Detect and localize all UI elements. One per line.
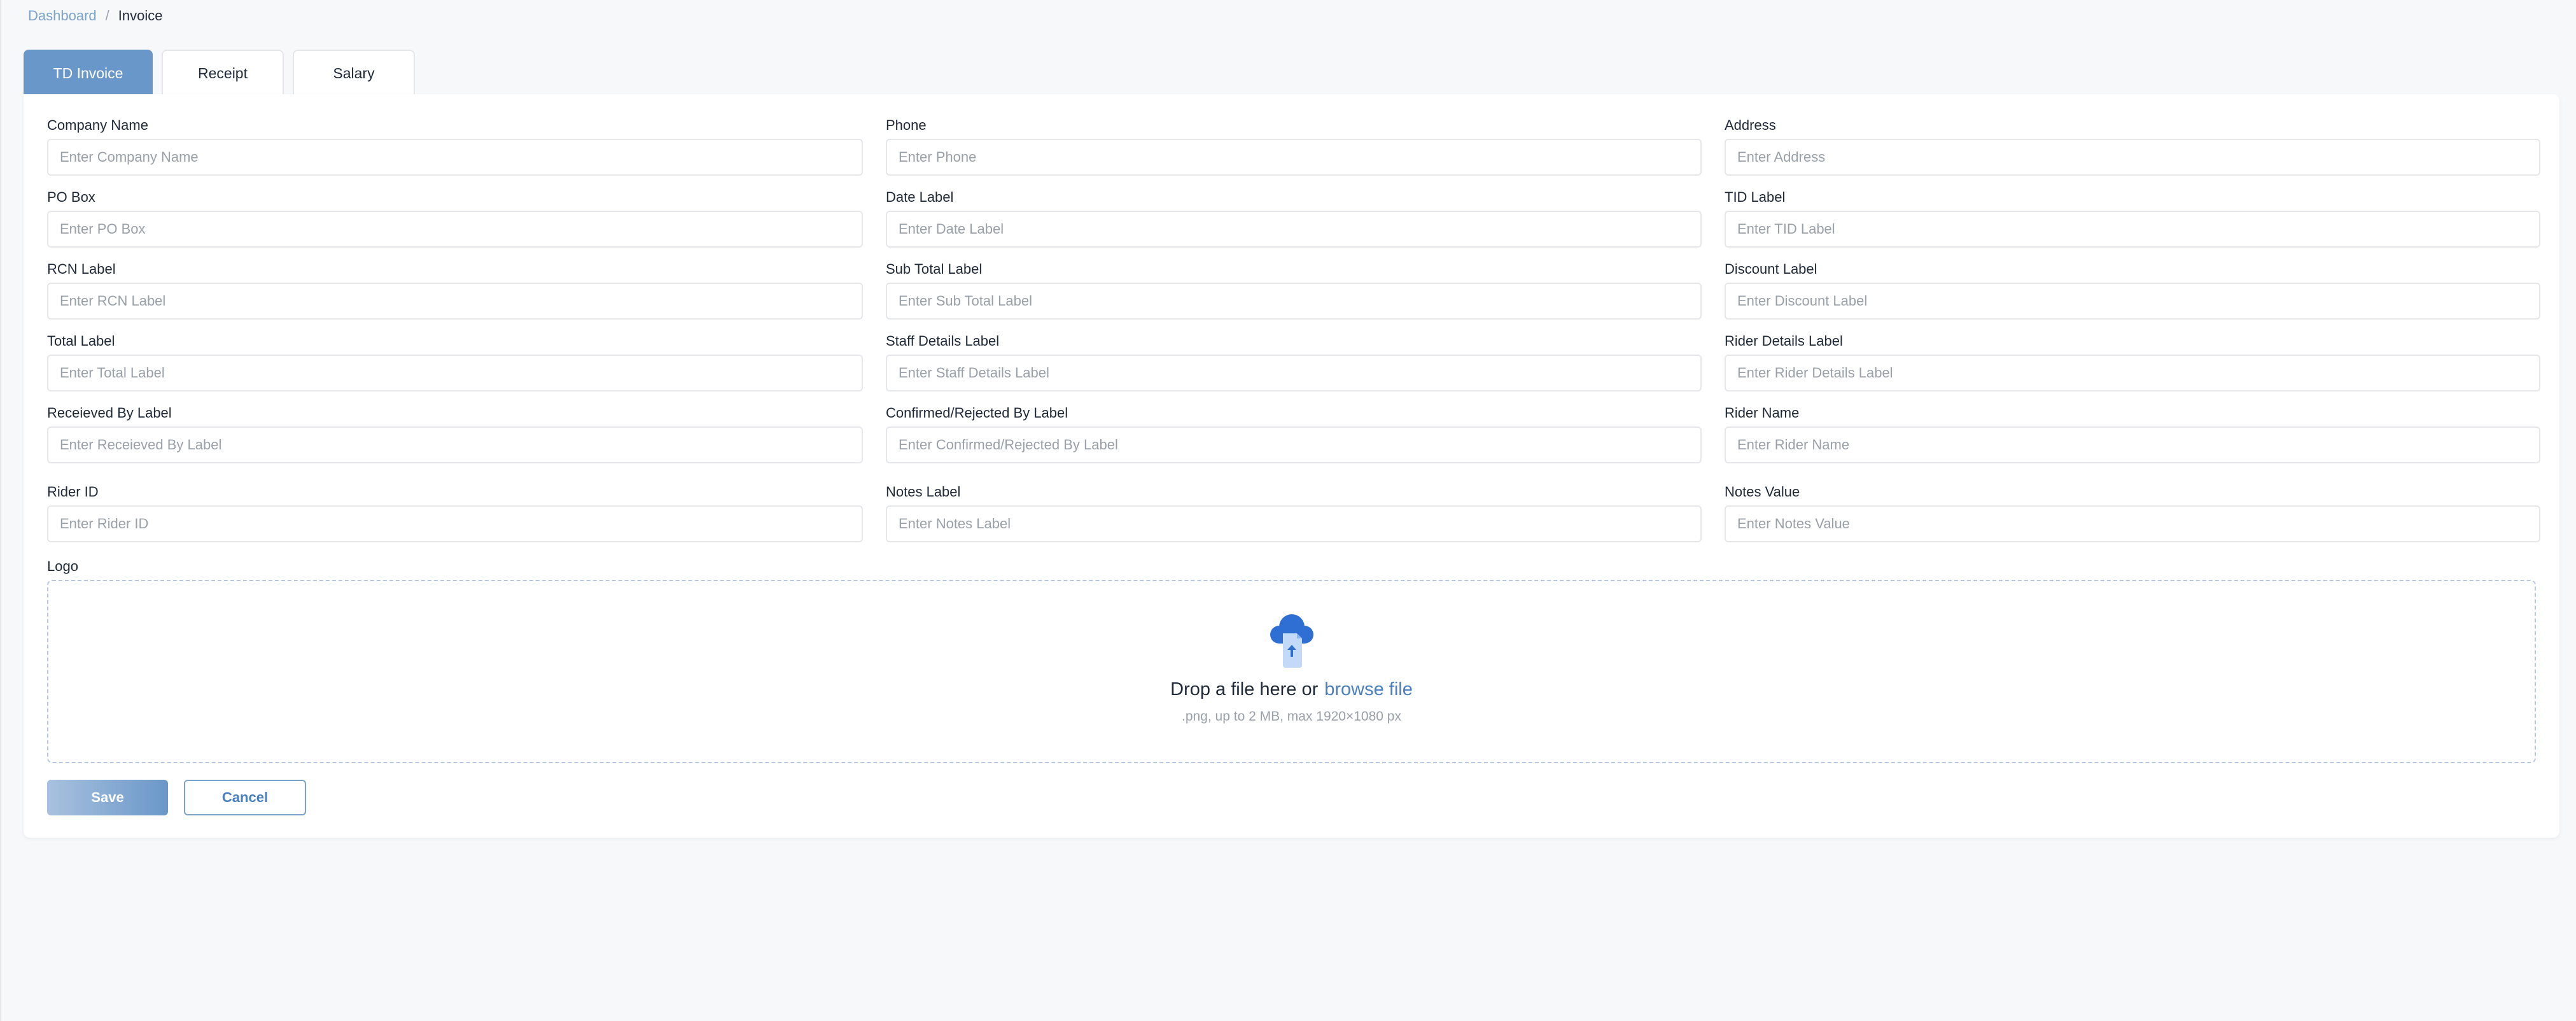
form-actions: Save Cancel (47, 780, 306, 815)
field-notes-label: Notes Label (886, 484, 1702, 556)
browse-file-link[interactable]: browse file (1324, 679, 1413, 700)
cloud-upload-icon (1270, 614, 1313, 668)
notes-label-input[interactable] (886, 505, 1702, 542)
left-rule (0, 0, 1, 1021)
breadcrumb-current: Invoice (118, 8, 163, 24)
field-label: Rider Name (1725, 405, 1800, 421)
field-confirmed-rejected-by-label: Confirmed/Rejected By Label (886, 405, 1702, 484)
field-rider-name: Rider Name (1725, 405, 2540, 484)
field-company-name: Company Name (47, 117, 863, 189)
discount-label-input[interactable] (1725, 283, 2540, 320)
field-rider-id: Rider ID (47, 484, 863, 556)
rider-id-input[interactable] (47, 505, 863, 542)
drop-prompt: Drop a file here or (1170, 679, 1319, 700)
field-label: Total Label (47, 333, 115, 349)
rcn-label-input[interactable] (47, 283, 863, 320)
invoice-form-card: Company Name Phone Address PO Box Date L… (24, 94, 2559, 838)
field-label: Notes Value (1725, 484, 1800, 500)
dropzone-text: Drop a file here or browse file (1170, 679, 1413, 700)
dropzone-hint: .png, up to 2 MB, max 1920×1080 px (1182, 709, 1401, 724)
form-grid: Company Name Phone Address PO Box Date L… (47, 117, 2540, 556)
field-label: Phone (886, 117, 927, 133)
rider-name-input[interactable] (1725, 426, 2540, 463)
field-label: Sub Total Label (886, 261, 983, 277)
field-label: Date Label (886, 189, 954, 205)
field-rider-details-label: Rider Details Label (1725, 333, 2540, 405)
field-label: Staff Details Label (886, 333, 1000, 349)
tab-td-invoice[interactable]: TD Invoice (24, 50, 153, 95)
breadcrumb-dashboard-link[interactable]: Dashboard (28, 8, 97, 24)
tab-salary[interactable]: Salary (293, 50, 415, 95)
breadcrumb-separator: / (105, 8, 109, 24)
field-address: Address (1725, 117, 2540, 189)
field-label: TID Label (1725, 189, 1786, 205)
field-tid-label: TID Label (1725, 189, 2540, 261)
confirmed-rejected-by-label-input[interactable] (886, 426, 1702, 463)
phone-input[interactable] (886, 139, 1702, 176)
field-label: Rider ID (47, 484, 99, 500)
tab-receipt[interactable]: Receipt (162, 50, 284, 95)
breadcrumb: Dashboard / Invoice (28, 6, 162, 25)
field-notes-value: Notes Value (1725, 484, 2540, 556)
total-label-input[interactable] (47, 355, 863, 391)
field-label: Notes Label (886, 484, 961, 500)
rider-details-label-input[interactable] (1725, 355, 2540, 391)
field-label: Address (1725, 117, 1776, 133)
field-label: Discount Label (1725, 261, 1817, 277)
field-label: Rider Details Label (1725, 333, 1843, 349)
staff-details-label-input[interactable] (886, 355, 1702, 391)
field-label: PO Box (47, 189, 95, 205)
date-label-input[interactable] (886, 211, 1702, 248)
sub-total-label-input[interactable] (886, 283, 1702, 320)
field-sub-total-label: Sub Total Label (886, 261, 1702, 333)
received-by-label-input[interactable] (47, 426, 863, 463)
notes-value-input[interactable] (1725, 505, 2540, 542)
field-po-box: PO Box (47, 189, 863, 261)
field-label: Company Name (47, 117, 148, 133)
company-name-input[interactable] (47, 139, 863, 176)
field-discount-label: Discount Label (1725, 261, 2540, 333)
field-total-label: Total Label (47, 333, 863, 405)
address-input[interactable] (1725, 139, 2540, 176)
field-date-label: Date Label (886, 189, 1702, 261)
field-label: RCN Label (47, 261, 116, 277)
field-label: Confirmed/Rejected By Label (886, 405, 1068, 421)
field-label: Receieved By Label (47, 405, 172, 421)
po-box-input[interactable] (47, 211, 863, 248)
field-phone: Phone (886, 117, 1702, 189)
field-rcn-label: RCN Label (47, 261, 863, 333)
save-button[interactable]: Save (47, 780, 168, 815)
tid-label-input[interactable] (1725, 211, 2540, 248)
tab-bar: TD Invoice Receipt Salary (24, 50, 415, 95)
field-staff-details-label: Staff Details Label (886, 333, 1702, 405)
cancel-button[interactable]: Cancel (184, 780, 306, 815)
field-received-by-label: Receieved By Label (47, 405, 863, 484)
logo-label: Logo (47, 558, 78, 574)
logo-dropzone[interactable]: Drop a file here or browse file .png, up … (47, 580, 2536, 763)
